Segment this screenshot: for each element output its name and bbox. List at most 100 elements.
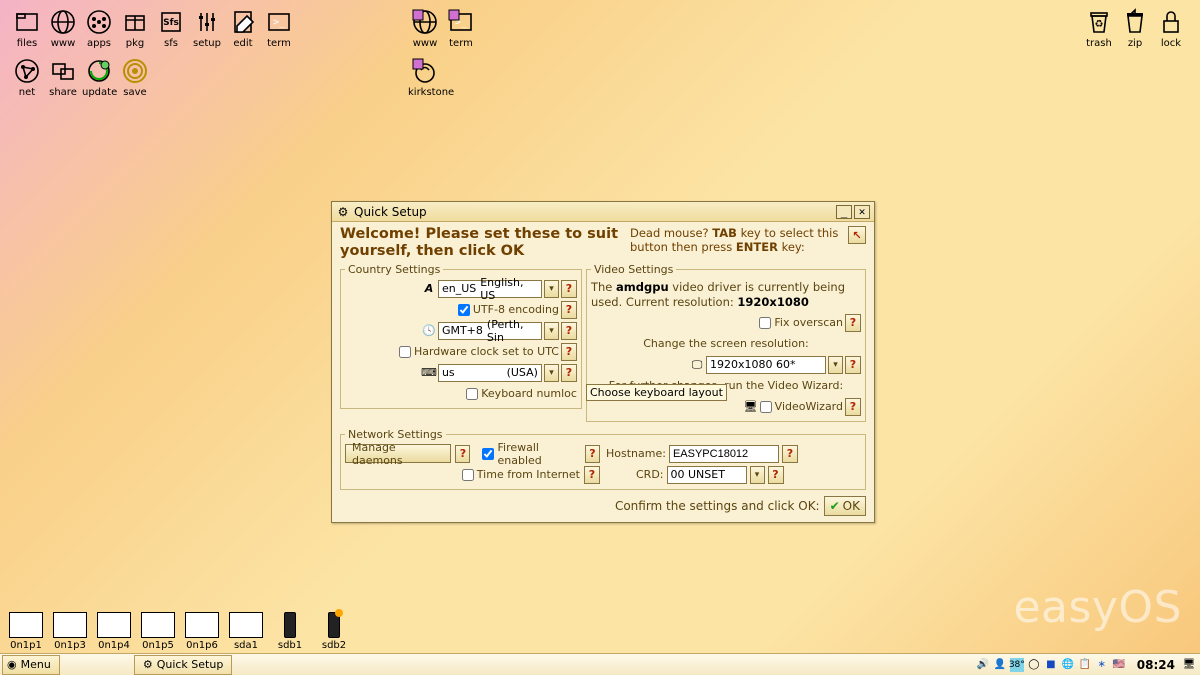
- drive-0n1p3[interactable]: 0n1p3: [50, 612, 90, 651]
- close-button[interactable]: ✕: [854, 205, 870, 219]
- hwclock-check[interactable]: Hardware clock set to UTC: [399, 345, 559, 358]
- drive-icon: [229, 612, 263, 638]
- titlebar[interactable]: ⚙ Quick Setup _ ✕: [332, 202, 874, 222]
- manage-daemons-button[interactable]: Manage daemons: [345, 444, 451, 463]
- tray-lock-icon[interactable]: 🇺🇸: [1112, 658, 1126, 672]
- hwclock-help[interactable]: ?: [561, 343, 577, 361]
- minimize-button[interactable]: _: [836, 205, 852, 219]
- drive-sdb1[interactable]: sdb1: [270, 612, 310, 651]
- desktop-trash[interactable]: ♻trash: [1082, 6, 1116, 49]
- locale-drop[interactable]: [544, 280, 559, 298]
- crd-combo[interactable]: 00 UNSET: [667, 466, 747, 484]
- desktop-save[interactable]: save: [118, 55, 152, 98]
- kb-help[interactable]: ?: [561, 364, 577, 382]
- quick-setup-window: ⚙ Quick Setup _ ✕ Welcome! Please set th…: [331, 201, 875, 523]
- change-res-label: Change the screen resolution:: [643, 337, 809, 350]
- svg-text:♻: ♻: [1095, 19, 1104, 30]
- videowiz-help[interactable]: ?: [845, 398, 861, 416]
- tray-cpu-icon[interactable]: ◯: [1027, 658, 1041, 672]
- daemons-help[interactable]: ?: [455, 445, 470, 463]
- tray-temp-icon[interactable]: 38°: [1010, 658, 1024, 672]
- time-net-check[interactable]: Time from Internet: [462, 468, 580, 481]
- timezone-icon: 🕓: [422, 324, 436, 338]
- desktop-pkg[interactable]: pkg: [118, 6, 152, 49]
- task-quicksetup[interactable]: ⚙ Quick Setup: [134, 655, 233, 675]
- drive-0n1p1[interactable]: 0n1p1: [6, 612, 46, 651]
- kb-drop[interactable]: [544, 364, 559, 382]
- edit-icon: [227, 6, 259, 38]
- drive-0n1p6[interactable]: 0n1p6: [182, 612, 222, 651]
- firewall-check[interactable]: Firewall enabled: [482, 441, 580, 467]
- desktop-www2[interactable]: www: [408, 6, 442, 49]
- welcome-message: Welcome! Please set these to suit yourse…: [340, 226, 630, 259]
- desktop-term2[interactable]: >_term: [444, 6, 478, 49]
- time-net-help[interactable]: ?: [584, 466, 600, 484]
- wizard-icon: 🖥: [744, 400, 758, 414]
- res-help[interactable]: ?: [845, 356, 861, 374]
- drive-0n1p4[interactable]: 0n1p4: [94, 612, 134, 651]
- tray-volume-icon[interactable]: 🔊: [976, 658, 990, 672]
- tray-user-icon[interactable]: 👤: [993, 658, 1007, 672]
- desktop-term[interactable]: >_term: [262, 6, 296, 49]
- kb-combo[interactable]: us (USA): [438, 364, 542, 382]
- drive-sdb2[interactable]: sdb2: [314, 612, 354, 651]
- videowizard-check[interactable]: VideoWizard: [760, 400, 843, 413]
- locale-help[interactable]: ?: [561, 280, 577, 298]
- drive-icon: [97, 612, 131, 638]
- overscan-check[interactable]: Fix overscan: [759, 316, 843, 329]
- menu-button[interactable]: ◉ Menu: [2, 655, 60, 675]
- desktop-kirkstone[interactable]: kirkstone: [408, 55, 442, 98]
- desktop-zip[interactable]: zip: [1118, 6, 1152, 49]
- tray-net-icon[interactable]: 🌐: [1061, 658, 1075, 672]
- video-legend: Video Settings: [591, 263, 676, 276]
- drive-sda1[interactable]: sda1: [226, 612, 266, 651]
- www-icon: [47, 6, 79, 38]
- setup-icon: [191, 6, 223, 38]
- desktop-edit[interactable]: edit: [226, 6, 260, 49]
- crd-drop[interactable]: [750, 466, 765, 484]
- confirm-label: Confirm the settings and click OK:: [615, 499, 820, 513]
- desktop-lock[interactable]: lock: [1154, 6, 1188, 49]
- tray-monitor-icon[interactable]: 🖥: [1182, 658, 1196, 672]
- tray-bluetooth-icon[interactable]: ∗: [1095, 658, 1109, 672]
- monitor-icon: 🖵: [690, 358, 704, 372]
- lock-icon: [1155, 6, 1187, 38]
- desktop-net[interactable]: net: [10, 55, 44, 98]
- crd-help[interactable]: ?: [768, 466, 784, 484]
- ok-button[interactable]: ✔OK: [824, 496, 866, 516]
- res-combo[interactable]: 1920x1080 60*: [706, 356, 826, 374]
- utf8-check[interactable]: UTF-8 encoding: [458, 303, 559, 316]
- tray-disk-icon[interactable]: ■: [1044, 658, 1058, 672]
- desktop-apps[interactable]: apps: [82, 6, 116, 49]
- hostname-input[interactable]: [669, 445, 779, 463]
- drive-icon: [284, 612, 296, 638]
- utf8-help[interactable]: ?: [561, 301, 577, 319]
- tz-help[interactable]: ?: [561, 322, 577, 340]
- tz-combo[interactable]: GMT+8 (Perth, Sin: [438, 322, 542, 340]
- desktop-files[interactable]: files: [10, 6, 44, 49]
- term-icon: >_: [263, 6, 295, 38]
- numlock-check[interactable]: Keyboard numloc: [466, 387, 577, 400]
- dead-mouse-button[interactable]: ↖: [848, 226, 866, 244]
- hostname-help[interactable]: ?: [782, 445, 798, 463]
- firewall-help[interactable]: ?: [585, 445, 600, 463]
- tz-drop[interactable]: [544, 322, 559, 340]
- drive-icon: [328, 612, 340, 638]
- country-settings: Country Settings A en_US English, US ? U…: [340, 263, 582, 409]
- drive-0n1p5[interactable]: 0n1p5: [138, 612, 178, 651]
- locale-combo[interactable]: en_US English, US: [438, 280, 542, 298]
- drive-icon: [185, 612, 219, 638]
- desktop-icons-containers: www>_term kirkstone: [408, 6, 480, 98]
- network-legend: Network Settings: [345, 428, 446, 441]
- clock[interactable]: 08:24: [1133, 658, 1179, 672]
- desktop-share[interactable]: share: [46, 55, 80, 98]
- overscan-help[interactable]: ?: [845, 314, 861, 332]
- gear-icon: ⚙: [143, 658, 153, 671]
- res-drop[interactable]: [828, 356, 843, 374]
- desktop-setup[interactable]: setup: [190, 6, 224, 49]
- tray-clipboard-icon[interactable]: 📋: [1078, 658, 1092, 672]
- desktop-update[interactable]: update: [82, 55, 116, 98]
- desktop-www[interactable]: www: [46, 6, 80, 49]
- hostname-label: Hostname:: [606, 447, 666, 460]
- desktop-sfs[interactable]: Sfssfs: [154, 6, 188, 49]
